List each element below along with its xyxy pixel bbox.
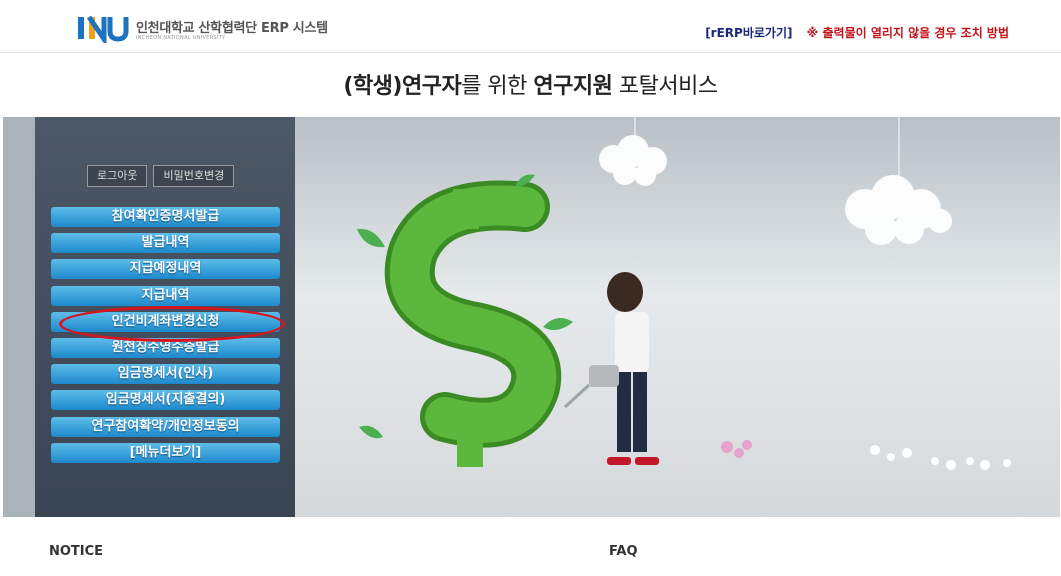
sidebar: 로그아웃 비밀번호변경 참여확인증명서발급 발급내역 지급예정내역 지급내역 인… [35, 117, 295, 517]
account-buttons: 로그아웃 비밀번호변경 [87, 165, 235, 187]
print-fix-link[interactable]: ※ 출력물이 열리지 않을 경우 조치 방법 [807, 26, 1009, 40]
hero-banner: 로그아웃 비밀번호변경 참여확인증명서발급 발급내역 지급예정내역 지급내역 인… [3, 117, 1060, 517]
menu-research-consent[interactable]: 연구참여확약/개인정보동의 [51, 416, 280, 437]
header-links: [rERP바로가기] ※ 출력물이 열리지 않을 경우 조치 방법 [705, 24, 1009, 41]
sidebar-menu: 참여확인증명서발급 발급내역 지급예정내역 지급내역 인건비계좌변경신청 원천징… [51, 207, 280, 469]
menu-scheduled-payments[interactable]: 지급예정내역 [51, 259, 280, 280]
menu-payslip-hr[interactable]: 임금명세서(인사) [51, 364, 280, 385]
header: 인천대학교 산학협력단 ERP 시스템 INCHEON NATIONAL UNI… [0, 0, 1061, 53]
logout-button[interactable]: 로그아웃 [87, 165, 148, 187]
menu-more[interactable]: [메뉴더보기] [51, 442, 280, 463]
title-part-portal: 포탈서비스 [612, 74, 718, 99]
title-part-for: 를 위한 [461, 74, 534, 99]
logo-subtext: INCHEON NATIONAL UNIVERSITY [136, 35, 226, 41]
menu-issue-history[interactable]: 발급내역 [51, 233, 280, 254]
page-title: (학생)연구자를 위한 연구지원 포탈서비스 [0, 68, 1061, 100]
menu-withholding-receipt[interactable]: 원천징수영수증발급 [51, 337, 280, 358]
notice-heading[interactable]: NOTICE [49, 544, 103, 559]
menu-payslip-expense[interactable]: 임금명세서(지출결의) [51, 390, 280, 411]
money-plant-illustration-icon [357, 117, 1011, 470]
title-part-support: 연구지원 [533, 74, 613, 99]
faq-heading[interactable]: FAQ [609, 544, 638, 559]
menu-payment-history[interactable]: 지급내역 [51, 285, 280, 306]
title-part-researcher: (학생)연구자 [343, 74, 462, 99]
logo-text: 인천대학교 산학협력단 ERP 시스템 [136, 21, 328, 36]
left-strip [3, 117, 35, 517]
menu-account-change-request[interactable]: 인건비계좌변경신청 [51, 311, 280, 332]
logo[interactable]: 인천대학교 산학협력단 ERP 시스템 INCHEON NATIONAL UNI… [78, 13, 328, 43]
menu-participation-certificate[interactable]: 참여확인증명서발급 [51, 207, 280, 227]
change-password-button[interactable]: 비밀번호변경 [153, 165, 235, 187]
erp-shortcut-link[interactable]: [rERP바로가기] [705, 26, 792, 40]
inu-logo-icon [78, 15, 129, 43]
